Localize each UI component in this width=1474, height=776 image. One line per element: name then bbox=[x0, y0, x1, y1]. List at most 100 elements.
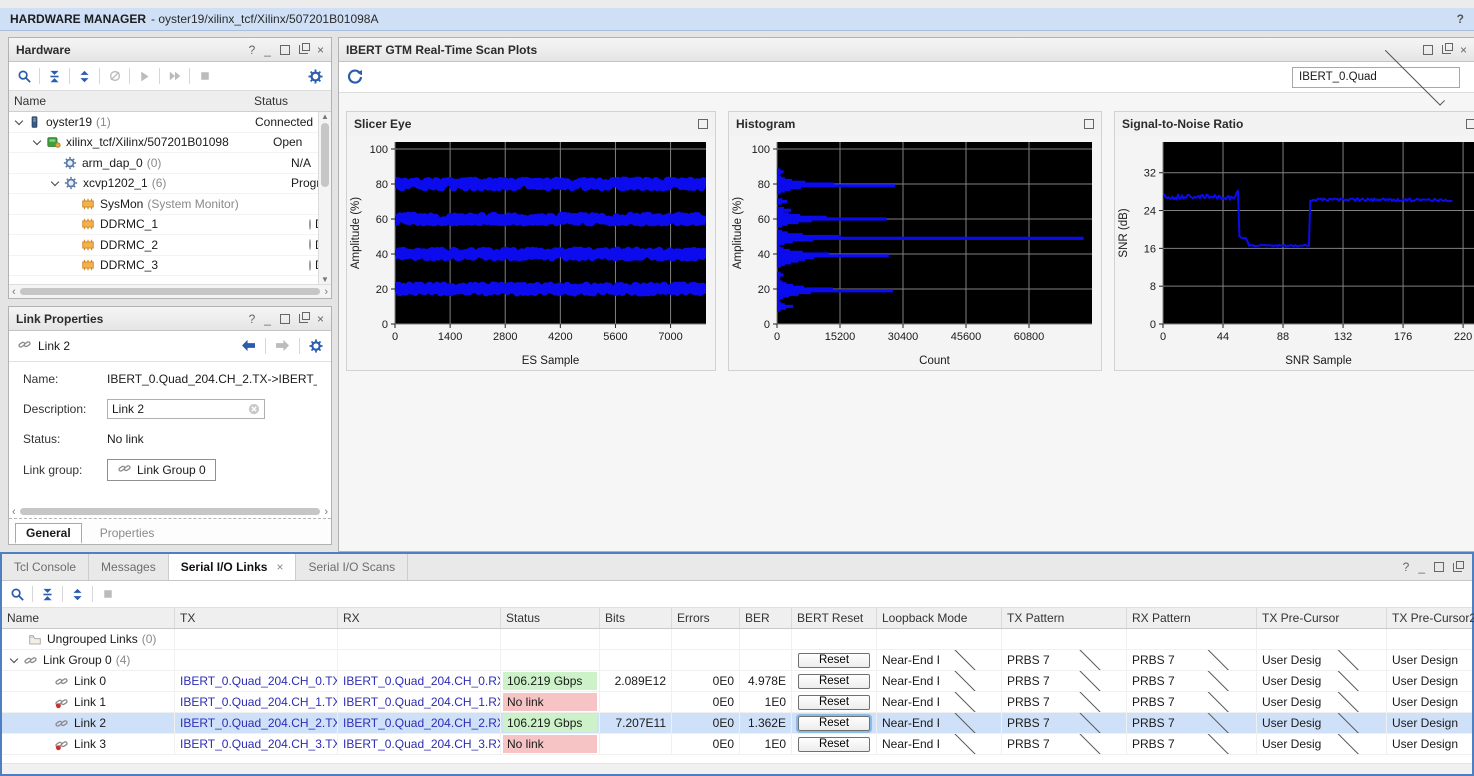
maximize-icon[interactable] bbox=[1466, 119, 1474, 129]
column-name[interactable]: Name bbox=[9, 94, 249, 108]
collapse-all-icon[interactable] bbox=[43, 65, 66, 87]
maximize-icon[interactable] bbox=[279, 313, 290, 324]
close-icon[interactable]: × bbox=[317, 44, 324, 56]
hardware-tree-row[interactable]: xilinx_tcf/Xilinx/507201B01098 Open bbox=[9, 133, 331, 153]
tx-pre-cursor2-value[interactable]: User Design bbox=[1387, 734, 1474, 754]
column-name[interactable]: Name bbox=[2, 608, 175, 628]
maximize-icon[interactable] bbox=[1434, 562, 1444, 572]
rx-endpoint-link[interactable] bbox=[338, 650, 501, 670]
tx-pattern-dropdown[interactable]: PRBS 7 bbox=[1007, 713, 1121, 733]
hardware-tree-row[interactable]: DDRMC_2 DISABLED bbox=[9, 235, 331, 256]
tx-endpoint-link[interactable]: IBERT_0.Quad_204.CH_2.TX bbox=[175, 713, 338, 733]
tx-pre-cursor-dropdown[interactable]: User Design bbox=[1262, 734, 1381, 754]
tab-general[interactable]: General bbox=[15, 523, 82, 544]
caret-down-icon[interactable] bbox=[50, 178, 60, 187]
column-loopback-mode[interactable]: Loopback Mode bbox=[877, 608, 1002, 628]
dock-tab-serial-i-o-links[interactable]: Serial I/O Links × bbox=[168, 554, 297, 580]
maximize-icon[interactable] bbox=[1422, 44, 1433, 55]
close-icon[interactable]: × bbox=[1460, 44, 1467, 56]
column-rx-pattern[interactable]: RX Pattern bbox=[1127, 608, 1257, 628]
bert-reset-button[interactable]: Reset bbox=[798, 673, 870, 689]
help-icon[interactable]: ? bbox=[249, 313, 256, 325]
help-icon[interactable]: ? bbox=[1457, 12, 1464, 26]
tx-endpoint-link[interactable]: IBERT_0.Quad_204.CH_1.TX bbox=[175, 692, 338, 712]
help-icon[interactable]: ? bbox=[249, 44, 256, 56]
link-group-button[interactable]: Link Group 0 bbox=[107, 459, 216, 481]
maximize-icon[interactable] bbox=[279, 44, 290, 55]
hardware-hscrollbar[interactable]: ‹ › bbox=[9, 284, 331, 298]
refresh-icon[interactable] bbox=[343, 66, 366, 88]
tx-pattern-dropdown[interactable]: PRBS 7 bbox=[1007, 734, 1121, 754]
table-row[interactable]: Ungrouped Links (0) bbox=[2, 629, 1472, 650]
collapse-all-icon[interactable] bbox=[36, 583, 59, 605]
tx-pre-cursor2-value[interactable]: User Design bbox=[1387, 671, 1474, 691]
rx-endpoint-link[interactable]: IBERT_0.Quad_204.CH_2.RX bbox=[338, 713, 501, 733]
hardware-tree-row[interactable]: xcvp1202_1 (6) Programmed bbox=[9, 174, 331, 194]
minimize-icon[interactable]: _ bbox=[264, 313, 271, 325]
hardware-tree-row[interactable]: arm_dap_0 (0) N/A bbox=[9, 153, 331, 174]
column-ber[interactable]: BER bbox=[740, 608, 792, 628]
tx-pre-cursor-dropdown[interactable]: User Design bbox=[1262, 692, 1381, 712]
expand-all-icon[interactable] bbox=[66, 583, 89, 605]
run-all-icon[interactable] bbox=[163, 65, 186, 87]
tx-pre-cursor2-value[interactable]: User Design bbox=[1387, 692, 1474, 712]
loopback-mode-dropdown[interactable]: Near-End PMA bbox=[882, 713, 996, 733]
settings-gear-icon[interactable] bbox=[304, 65, 327, 87]
tx-pattern-dropdown[interactable]: PRBS 7 bbox=[1007, 692, 1121, 712]
run-icon[interactable] bbox=[133, 65, 156, 87]
stop-icon[interactable] bbox=[193, 65, 216, 87]
loopback-mode-dropdown[interactable]: Near-End PMA bbox=[882, 692, 996, 712]
column-tx-pattern[interactable]: TX Pattern bbox=[1002, 608, 1127, 628]
tx-pattern-dropdown[interactable]: PRBS 7 bbox=[1007, 650, 1121, 670]
hardware-tree-row[interactable]: SysMon (System Monitor) bbox=[9, 194, 331, 215]
tx-pre-cursor-dropdown[interactable]: User Design bbox=[1262, 713, 1381, 733]
column-status[interactable]: Status bbox=[501, 608, 600, 628]
rx-pattern-dropdown[interactable]: PRBS 7 bbox=[1132, 692, 1251, 712]
scroll-down-icon[interactable]: ▼ bbox=[321, 275, 329, 284]
bert-reset-button[interactable]: Reset bbox=[796, 713, 872, 733]
disconnect-icon[interactable] bbox=[103, 65, 126, 87]
caret-down-icon[interactable] bbox=[9, 654, 19, 664]
float-icon[interactable] bbox=[298, 312, 310, 323]
float-icon[interactable] bbox=[1453, 560, 1464, 572]
rx-endpoint-link[interactable]: IBERT_0.Quad_204.CH_1.RX bbox=[338, 692, 501, 712]
tab-properties[interactable]: Properties bbox=[96, 524, 159, 544]
bert-reset-button[interactable]: Reset bbox=[798, 736, 870, 752]
expand-all-icon[interactable] bbox=[73, 65, 96, 87]
link-properties-hscrollbar[interactable]: ‹ › bbox=[9, 505, 331, 518]
rx-endpoint-link[interactable] bbox=[338, 629, 501, 649]
table-row[interactable]: Link 0 IBERT_0.Quad_204.CH_0.TX IBERT_0.… bbox=[2, 671, 1472, 692]
hardware-tree-row[interactable]: oyster19 (1) Connected bbox=[9, 112, 331, 133]
help-icon[interactable]: ? bbox=[1403, 561, 1410, 573]
hardware-tree-row[interactable]: DDRMC_1 DISABLED bbox=[9, 215, 331, 235]
column-errors[interactable]: Errors bbox=[672, 608, 740, 628]
column-bits[interactable]: Bits bbox=[600, 608, 672, 628]
table-row[interactable]: Link 3 IBERT_0.Quad_204.CH_3.TX IBERT_0.… bbox=[2, 734, 1472, 755]
search-icon[interactable] bbox=[13, 65, 36, 87]
loopback-mode-dropdown[interactable]: Near-End PMA bbox=[882, 734, 996, 754]
minimize-icon[interactable]: _ bbox=[264, 44, 271, 56]
float-icon[interactable] bbox=[1441, 43, 1453, 54]
rx-pattern-dropdown[interactable]: PRBS 7 bbox=[1132, 713, 1251, 733]
column-tx-pre-cursor[interactable]: TX Pre-Cursor bbox=[1257, 608, 1387, 628]
bert-reset-button[interactable]: Reset bbox=[798, 652, 870, 668]
float-icon[interactable] bbox=[298, 43, 310, 54]
loopback-mode-dropdown[interactable]: Near-End PMA bbox=[882, 650, 996, 670]
column-status[interactable]: Status bbox=[249, 94, 293, 108]
minimize-icon[interactable]: _ bbox=[1418, 561, 1425, 573]
column-rx[interactable]: RX bbox=[338, 608, 501, 628]
maximize-icon[interactable] bbox=[1084, 119, 1094, 129]
dock-tab-serial-i-o-scans[interactable]: Serial I/O Scans bbox=[296, 554, 409, 580]
tx-pattern-dropdown[interactable]: PRBS 7 bbox=[1007, 671, 1121, 691]
tx-endpoint-link[interactable]: IBERT_0.Quad_204.CH_3.TX bbox=[175, 734, 338, 754]
scroll-up-icon[interactable]: ▲ bbox=[321, 112, 329, 121]
description-field[interactable]: Link 2 bbox=[107, 399, 265, 419]
column-tx[interactable]: TX bbox=[175, 608, 338, 628]
forward-arrow-icon[interactable] bbox=[275, 339, 290, 353]
dock-tab-tcl-console[interactable]: Tcl Console bbox=[2, 554, 90, 580]
rx-pattern-dropdown[interactable]: PRBS 7 bbox=[1132, 734, 1251, 754]
caret-down-icon[interactable] bbox=[14, 116, 24, 125]
channel-selector[interactable]: IBERT_0.Quad_204.CH_0 bbox=[1292, 45, 1460, 106]
rx-pattern-dropdown[interactable]: PRBS 7 bbox=[1132, 650, 1251, 670]
maximize-icon[interactable] bbox=[698, 119, 708, 129]
